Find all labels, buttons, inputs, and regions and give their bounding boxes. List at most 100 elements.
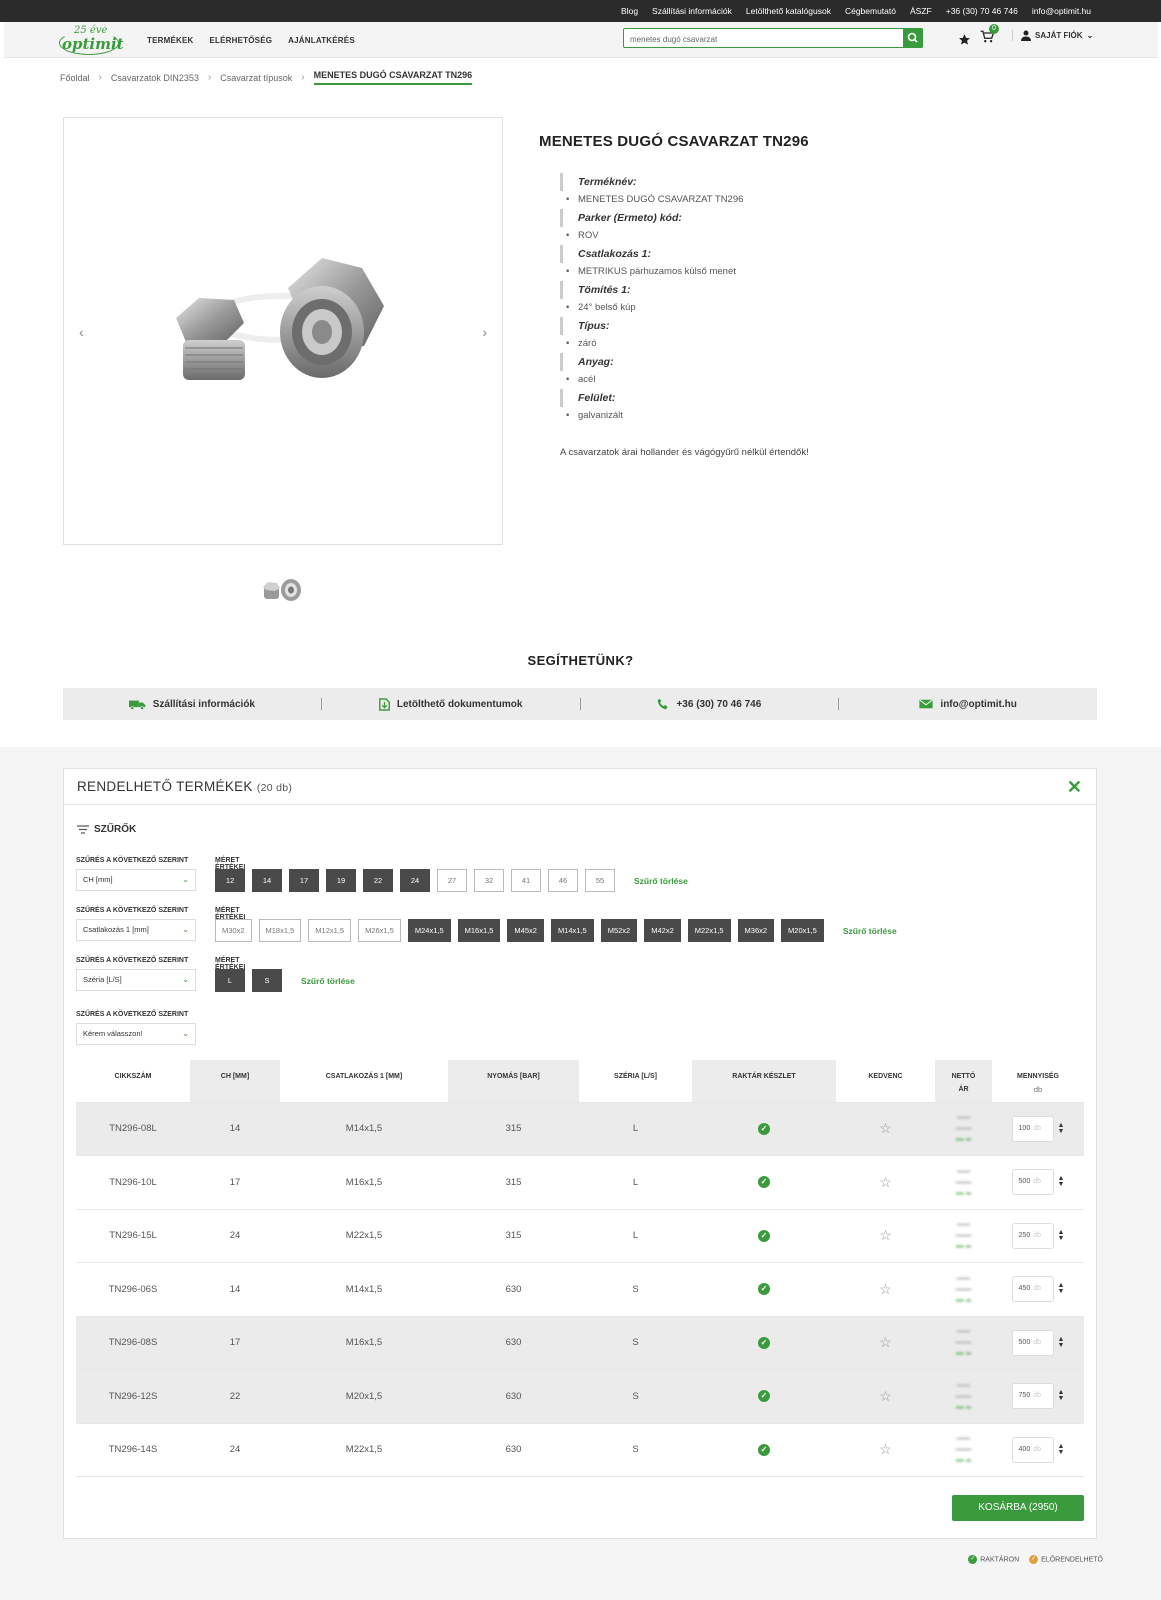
filter-chip[interactable]: M24x1,5 bbox=[407, 919, 451, 942]
account-menu[interactable]: SAJÁT FIÓK ⌄ bbox=[1012, 30, 1093, 41]
nav-contact[interactable]: ELÉRHETŐSÉG bbox=[210, 36, 273, 45]
search-box bbox=[623, 28, 923, 49]
filter-chip[interactable]: M14x1,5 bbox=[550, 919, 594, 942]
nav-quote-request[interactable]: AJÁNLATKÉRÉS bbox=[288, 36, 355, 45]
quantity-input[interactable]: 500 db bbox=[1011, 1329, 1054, 1356]
filter-select[interactable]: Széria [L/S] ⌄ bbox=[76, 969, 196, 991]
top-link[interactable]: Cégbemutató bbox=[845, 6, 896, 16]
star-outline-icon[interactable]: ☆ bbox=[879, 1334, 892, 1350]
stepper-arrows-icon[interactable]: ▲ ▼ bbox=[1058, 1122, 1065, 1135]
product-thumbnail[interactable] bbox=[261, 577, 309, 603]
logo[interactable]: 25 éve optimit bbox=[59, 25, 124, 55]
quantity-input[interactable]: 100 db bbox=[1011, 1115, 1054, 1142]
top-link[interactable]: info@optimit.hu bbox=[1032, 6, 1091, 16]
search-button[interactable] bbox=[903, 28, 923, 48]
products-table: CIKKSZÁM CH [MM] CSATLAKOZÁS 1 [MM] NYOM… bbox=[76, 1060, 1084, 1477]
quantity-input[interactable]: 750 db bbox=[1011, 1383, 1054, 1410]
filter-chip[interactable]: S bbox=[252, 969, 282, 992]
help-email[interactable]: info@optimit.hu bbox=[839, 698, 1097, 710]
quantity-input[interactable]: 450 db bbox=[1011, 1276, 1054, 1303]
col-pressure[interactable]: NYOMÁS [BAR] bbox=[448, 1060, 579, 1103]
star-outline-icon[interactable]: ☆ bbox=[879, 1441, 892, 1457]
filter-chip[interactable]: 17 bbox=[289, 869, 319, 892]
quantity-input[interactable]: 250 db bbox=[1011, 1222, 1054, 1249]
filter-chip[interactable]: L bbox=[215, 969, 245, 992]
spec-key: Parker (Ermeto) kód: bbox=[560, 209, 1099, 227]
filter-select[interactable]: Csatlakozás 1 [mm] ⌄ bbox=[76, 919, 196, 941]
top-link[interactable]: Szállítási információk bbox=[652, 6, 732, 16]
help-shipping[interactable]: Szállítási információk bbox=[63, 698, 322, 710]
help-documents[interactable]: Letölthető dokumentumok bbox=[322, 697, 581, 711]
cart-button[interactable]: 0 bbox=[980, 24, 999, 48]
col-connection[interactable]: CSATLAKOZÁS 1 [MM] bbox=[280, 1060, 448, 1103]
filter-select-empty[interactable]: Kérem válasszon! ⌄ bbox=[76, 1023, 196, 1045]
breadcrumb-home[interactable]: Főoldal bbox=[60, 73, 90, 83]
product-specs: Terméknév:MENETES DUGÓ CSAVARZAT TN296Pa… bbox=[560, 173, 1099, 425]
filter-chip[interactable]: M12x1,5 bbox=[308, 919, 352, 942]
filter-select[interactable]: CH [mm] ⌄ bbox=[76, 869, 196, 891]
star-outline-icon[interactable]: ☆ bbox=[879, 1227, 892, 1243]
add-to-cart-button[interactable]: KOSÁRBA (2950) bbox=[952, 1495, 1084, 1521]
top-link[interactable]: ÁSZF bbox=[910, 6, 932, 16]
clear-filter-link[interactable]: Szűrő törlése bbox=[634, 876, 688, 886]
col-code[interactable]: CIKKSZÁM bbox=[76, 1060, 190, 1103]
filter-chip[interactable]: M26x1,5 bbox=[358, 919, 401, 942]
stepper-arrows-icon[interactable]: ▲ ▼ bbox=[1058, 1175, 1065, 1188]
stepper-arrows-icon[interactable]: ▲ ▼ bbox=[1058, 1443, 1065, 1456]
filter-chip[interactable]: M36x2 bbox=[737, 919, 775, 942]
stepper-arrows-icon[interactable]: ▲ ▼ bbox=[1058, 1282, 1065, 1295]
filter-chip[interactable]: 46 bbox=[548, 869, 578, 892]
filter-chip[interactable]: M52x2 bbox=[600, 919, 638, 942]
star-outline-icon[interactable]: ☆ bbox=[879, 1120, 892, 1136]
table-row: TN296-08L 14 M14x1,5 315 L ✓ ☆ ••••• •••••• ••• •… bbox=[76, 1102, 1084, 1156]
stepper-arrows-icon[interactable]: ▲ ▼ bbox=[1058, 1229, 1065, 1242]
filter-chip[interactable]: 19 bbox=[326, 869, 356, 892]
top-link[interactable]: +36 (30) 70 46 746 bbox=[946, 6, 1018, 16]
col-net-price[interactable]: NETTÓ ÁR bbox=[935, 1060, 992, 1103]
filter-chip[interactable]: 55 bbox=[585, 869, 615, 892]
product-image-gallery: ‹ › bbox=[63, 117, 503, 545]
filter-chip[interactable]: M16x1,5 bbox=[457, 919, 501, 942]
filter-chip[interactable]: 24 bbox=[400, 869, 430, 892]
filter-chip[interactable]: 27 bbox=[437, 869, 467, 892]
cell-stock: ✓ bbox=[692, 1423, 836, 1477]
star-favorites-icon[interactable] bbox=[958, 33, 971, 46]
help-phone[interactable]: +36 (30) 70 46 746 bbox=[581, 698, 840, 710]
clear-filter-link[interactable]: Szűrő törlése bbox=[843, 926, 897, 936]
quantity-input[interactable]: 500 db bbox=[1011, 1169, 1054, 1196]
check-circle-icon: ✓ bbox=[758, 1283, 770, 1296]
cell-stock: ✓ bbox=[692, 1316, 836, 1370]
filter-chip[interactable]: M22x1,5 bbox=[687, 919, 731, 942]
col-ch[interactable]: CH [MM] bbox=[190, 1060, 280, 1103]
breadcrumb-subcategory[interactable]: Csavarzat típusok bbox=[220, 73, 292, 83]
top-link[interactable]: Blog bbox=[621, 6, 638, 16]
filter-chip[interactable]: M45x2 bbox=[507, 919, 544, 942]
filter-chip[interactable]: 14 bbox=[252, 869, 282, 892]
star-outline-icon[interactable]: ☆ bbox=[879, 1174, 892, 1190]
stepper-arrows-icon[interactable]: ▲ ▼ bbox=[1058, 1389, 1065, 1402]
col-stock[interactable]: RAKTÁR KÉSZLET bbox=[692, 1060, 836, 1103]
quantity-input[interactable]: 400 db bbox=[1011, 1436, 1054, 1463]
filter-chip[interactable]: M30x2 bbox=[215, 919, 252, 942]
clear-filter-link[interactable]: Szűrő törlése bbox=[301, 976, 355, 986]
stepper-arrows-icon[interactable]: ▲ ▼ bbox=[1058, 1336, 1065, 1349]
nav-products[interactable]: TERMÉKEK bbox=[147, 36, 194, 45]
star-outline-icon[interactable]: ☆ bbox=[879, 1281, 892, 1297]
filter-by-label: SZŰRÉS A KÖVETKEZŐ SZERINT bbox=[76, 1011, 189, 1018]
top-link[interactable]: Letölthető katalógusok bbox=[746, 6, 831, 16]
filter-chip[interactable]: 22 bbox=[363, 869, 393, 892]
filter-chip[interactable]: M42x2 bbox=[644, 919, 681, 942]
cell-connection: M14x1,5 bbox=[280, 1102, 448, 1156]
close-icon[interactable]: ✕ bbox=[1067, 777, 1082, 798]
filter-chip[interactable]: M18x1,5 bbox=[258, 919, 302, 942]
search-input[interactable] bbox=[624, 30, 898, 49]
col-series[interactable]: SZÉRIA [L/S] bbox=[579, 1060, 692, 1103]
filter-chip[interactable]: 32 bbox=[474, 869, 504, 892]
star-outline-icon[interactable]: ☆ bbox=[879, 1388, 892, 1404]
filters-header[interactable]: SZŰRŐK bbox=[77, 824, 136, 835]
filter-chip[interactable]: 12 bbox=[215, 869, 245, 892]
breadcrumb-category[interactable]: Csavarzatok DIN2353 bbox=[111, 73, 199, 83]
filter-chip[interactable]: M20x1,5 bbox=[781, 919, 824, 942]
filter-chips: L S Szűrő törlése bbox=[215, 969, 355, 992]
filter-chip[interactable]: 41 bbox=[511, 869, 541, 892]
